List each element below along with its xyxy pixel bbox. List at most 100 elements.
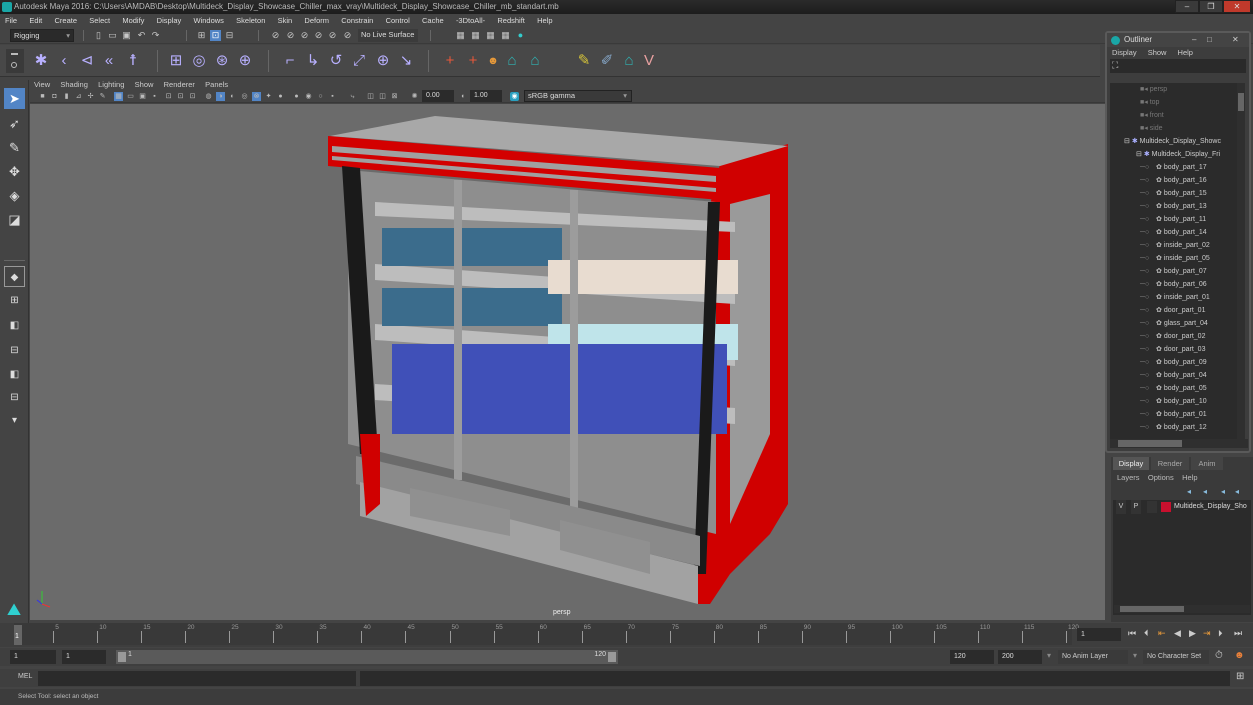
range-slider[interactable]: 1 120 [116,650,618,664]
vp-menu-view[interactable]: View [30,79,54,90]
smooth-shade-icon[interactable]: ◑ [216,92,225,101]
outliner-item[interactable]: ─○ ✿ inside_part_02 [1110,239,1240,252]
maximize-icon[interactable]: □ [1207,33,1212,47]
playback-toggle[interactable]: P [1131,500,1141,514]
go-to-start-icon[interactable]: ⏮ [1128,628,1136,639]
close-button[interactable]: ✕ [1223,0,1251,13]
outliner-camera-persp[interactable]: ■◂ persp [1110,83,1240,96]
2d-pan-zoom-icon[interactable]: ✢ [86,92,95,101]
outliner-item[interactable]: ─○ ✿ body_part_16 [1110,174,1240,187]
four-view-layout-icon[interactable]: ⊞ [4,290,25,311]
minimize-icon[interactable]: – [1192,33,1196,47]
outliner-group-child[interactable]: ⊟ ✱ Multideck_Display_Fri [1110,148,1240,161]
minimize-button[interactable]: – [1175,0,1199,13]
outliner-item[interactable]: ─○ ✿ body_part_13 [1110,200,1240,213]
animation-start-field[interactable]: 1 [10,650,56,664]
ipr-render-icon[interactable]: ▦ [470,30,481,41]
character-set-dropdown[interactable]: No Character Set [1143,650,1209,664]
orient-constraint-icon[interactable]: ↺ [327,52,345,70]
persp-graph-layout-icon[interactable]: ⊟ [4,340,25,361]
outliner-item[interactable]: ─○ ✿ body_part_01 [1110,408,1240,421]
gamma-icon[interactable]: ◖ [458,92,467,101]
layer-row[interactable]: V P Multideck_Display_Sho [1113,500,1251,514]
new-layer-selected-icon[interactable]: ◂ [1235,487,1239,496]
hypershade-icon[interactable]: ● [515,30,526,41]
exposure-field[interactable]: 0.00 [422,90,454,102]
snap-view-icon[interactable]: ⊘ [313,30,324,41]
visibility-toggle[interactable]: V [1116,500,1126,514]
restore-button[interactable]: ❐ [1199,0,1223,13]
vp-menu-shading[interactable]: Shading [56,79,92,90]
shelf-tabs-toggle[interactable] [6,49,24,73]
menu-skin[interactable]: Skin [273,14,298,27]
menu-3dtoall[interactable]: -3DtoAll- [451,14,490,27]
new-layer-icon[interactable]: ◂ [1221,487,1225,496]
wireframe-on-shaded-icon[interactable]: ◎ [240,92,249,101]
screen-space-ao-icon[interactable]: ● [292,92,301,101]
layer-menu-help[interactable]: Help [1182,473,1197,482]
outliner-item[interactable]: ─○ ✿ door_part_02 [1110,330,1240,343]
image-plane-icon[interactable]: ⊿ [74,92,83,101]
layer-menu-options[interactable]: Options [1148,473,1174,482]
camera-attributes-icon[interactable]: ◘ [50,92,59,101]
field-chart-icon[interactable]: ⊡ [164,92,173,101]
open-scene-icon[interactable]: ▭ [107,30,118,41]
outliner-item[interactable]: ─○ ✿ body_part_09 [1110,356,1240,369]
range-end-handle[interactable] [608,652,616,662]
close-icon[interactable]: ✕ [1232,33,1239,47]
humanik-icon[interactable]: ☨ [124,52,142,70]
xray-joints-icon[interactable]: ◫ [378,92,387,101]
snap-surface-icon[interactable]: ⊘ [327,30,338,41]
animation-end-field[interactable]: 200 [998,650,1042,664]
select-component-icon[interactable]: ⊟ [224,30,235,41]
menu-display[interactable]: Display [152,14,187,27]
outliner-item[interactable]: ─○ ✿ body_part_17 [1110,161,1240,174]
snap-curve-icon[interactable]: ⊘ [285,30,296,41]
outliner-item[interactable]: ─○ ✿ inside_part_05 [1110,252,1240,265]
select-tool-icon[interactable]: ➤ [4,88,25,109]
auto-key-icon[interactable]: ⏱ [1215,650,1223,661]
cluster-icon[interactable]: ⊕ [236,52,254,70]
outliner-item[interactable]: ─○ ✿ body_part_15 [1110,187,1240,200]
smooth-bind-icon[interactable]: ◎ [190,52,208,70]
more-layouts-icon[interactable]: ▾ [4,410,25,431]
new-scene-icon[interactable]: ▯ [93,30,104,41]
layer-menu-layers[interactable]: Layers [1117,473,1140,482]
ik-spline-icon[interactable]: ⊲ [78,52,96,70]
outliner-vertical-scrollbar[interactable] [1237,83,1245,439]
muscle-2-icon[interactable]: ⌂ [526,52,544,70]
resolution-gate-icon[interactable]: ▣ [138,92,147,101]
outliner-menu-display[interactable]: Display [1112,48,1137,57]
playback-start-field[interactable]: 1 [62,650,106,664]
layer-color-swatch[interactable] [1161,502,1171,512]
outliner-item[interactable]: ─○ ✿ door_part_03 [1110,343,1240,356]
pole-vector-icon[interactable]: ↘ [397,52,415,70]
outliner-item[interactable]: ─○ ✿ inside_part_01 [1110,291,1240,304]
render-view-icon[interactable]: ▦ [485,30,496,41]
side-by-side-layout-icon[interactable]: ◧ [4,315,25,336]
vp-menu-renderer[interactable]: Renderer [160,79,199,90]
save-scene-icon[interactable]: ▣ [121,30,132,41]
time-slider[interactable]: 5 10 15 20 25 30 35 40 45 50 55 60 65 70 75 80 85 90 95 100… [0,623,1253,647]
outliner-search-field[interactable]: ⛶ [1110,59,1246,73]
bind-skin-icon[interactable]: ⊞ [167,52,185,70]
step-forward-key-icon[interactable]: ⇥ [1203,628,1211,639]
step-back-key-icon[interactable]: ⇤ [1158,628,1166,639]
redo-icon[interactable]: ↷ [150,30,161,41]
use-all-lights-icon[interactable]: ✦ [264,92,273,101]
textured-icon[interactable]: ⊗ [252,92,261,101]
lasso-tool-icon[interactable]: ➶ [4,113,25,134]
step-back-frame-icon[interactable]: ⏴ [1144,628,1149,639]
single-view-layout-icon[interactable]: ◆ [4,266,25,287]
menu-edit[interactable]: Edit [24,14,47,27]
ik-handle-icon[interactable]: ‹ [55,52,73,70]
paint-select-tool-icon[interactable]: ✎ [4,137,25,158]
chevron-down-icon[interactable]: ▾ [1047,651,1051,660]
current-frame-field[interactable]: 1 [1077,628,1121,641]
current-time-indicator[interactable]: 1 [14,625,22,645]
render-current-icon[interactable]: ▦ [455,30,466,41]
anim-layer-dropdown[interactable]: No Anim Layer [1058,650,1128,664]
safe-action-icon[interactable]: ⊡ [176,92,185,101]
tab-display[interactable]: Display [1113,457,1149,470]
lattice-icon[interactable]: ⊛ [213,52,231,70]
